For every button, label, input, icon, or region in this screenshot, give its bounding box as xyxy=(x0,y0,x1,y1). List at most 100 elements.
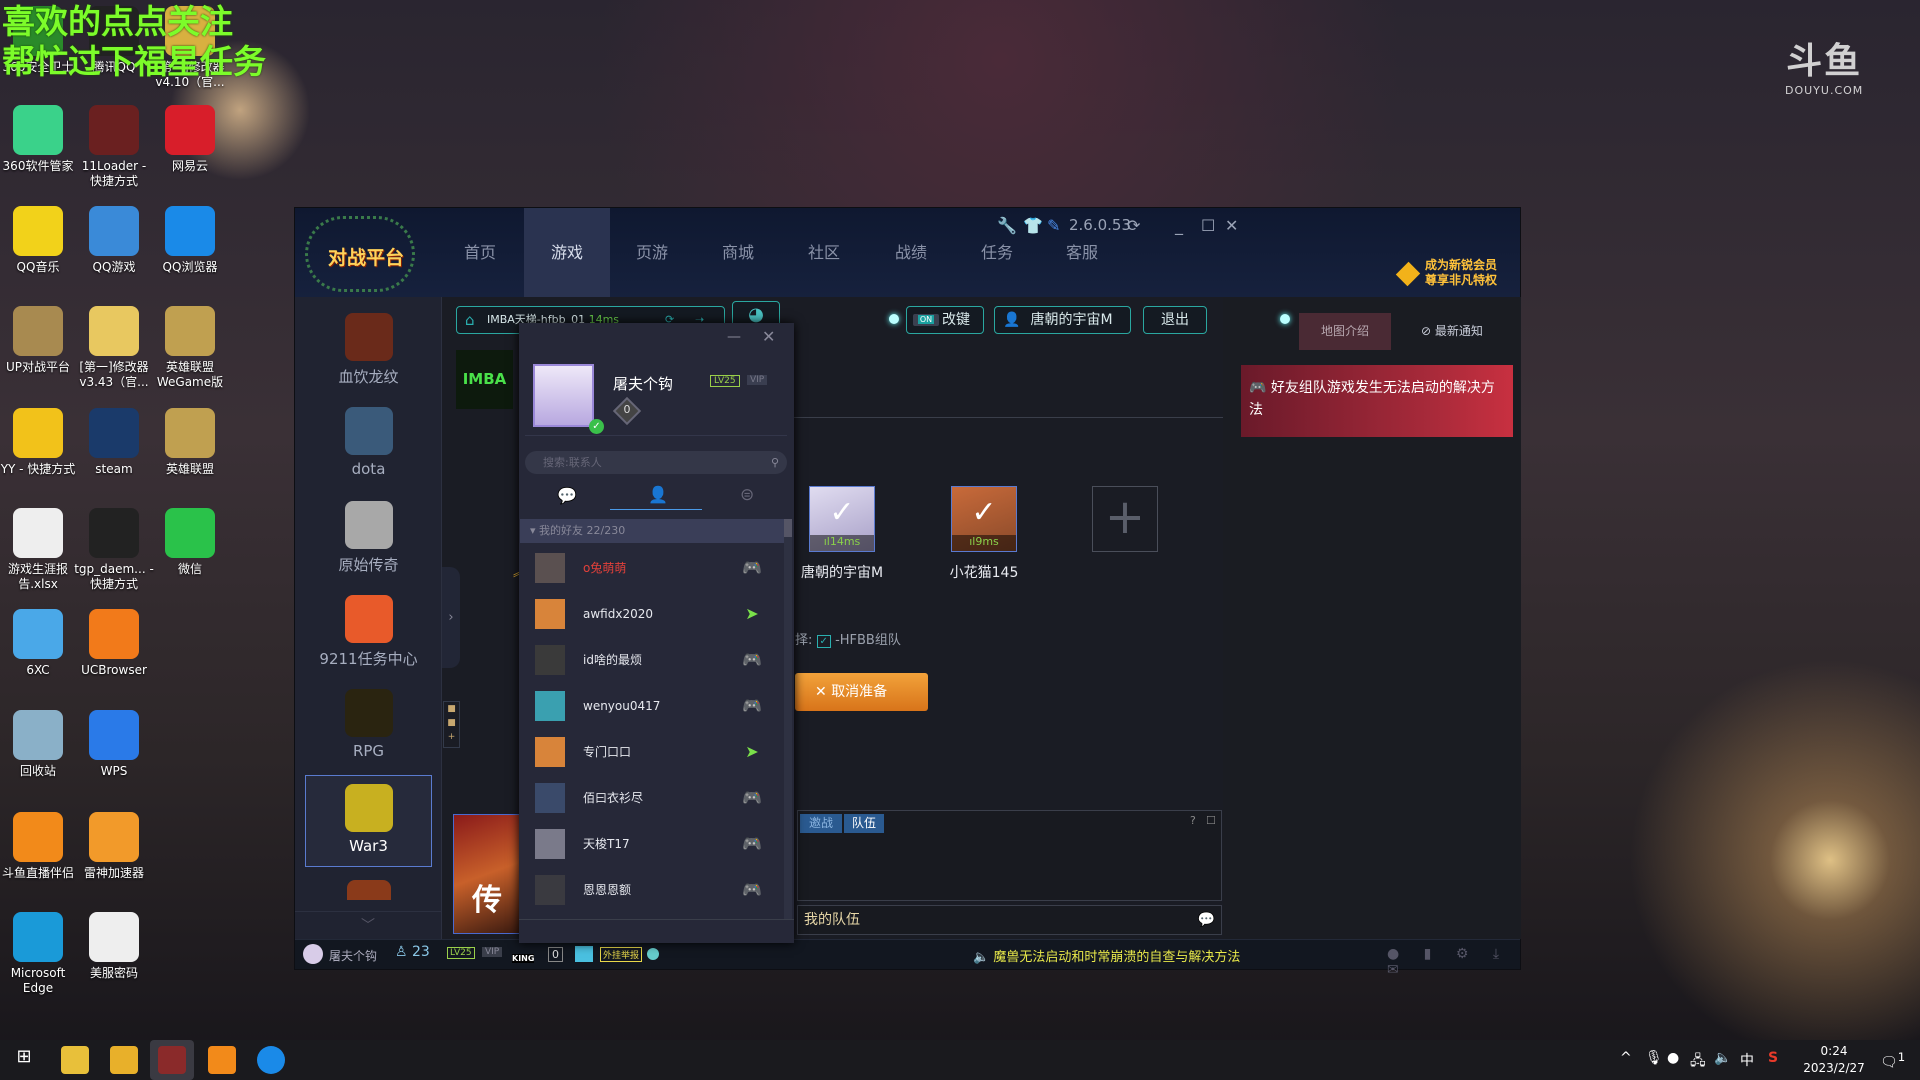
friend-group-header[interactable]: ▾ 我的好友 22/230 xyxy=(520,519,784,543)
chevron-down-icon[interactable]: ﹀ xyxy=(295,911,441,939)
nav-tab[interactable]: 社区 xyxy=(781,208,867,297)
exit-button[interactable]: 退出 xyxy=(1143,306,1207,334)
chat-tab-team[interactable]: 队伍 xyxy=(844,814,884,833)
avatar[interactable] xyxy=(303,944,323,964)
close-button[interactable]: ✕ xyxy=(762,327,775,346)
friend-row[interactable]: 专门口口 ➤ xyxy=(520,729,784,775)
vip-promo[interactable]: 成为新锐会员 尊享非凡特权 xyxy=(1395,258,1513,290)
tab-messages[interactable]: 💬 xyxy=(557,486,577,505)
sidebar-game[interactable]: 9211任务中心 xyxy=(305,587,432,679)
refresh-icon[interactable]: ⟳ xyxy=(1127,216,1140,235)
sogou-icon[interactable]: S xyxy=(1768,1050,1778,1066)
tab-groups[interactable]: ⊜ xyxy=(740,485,754,505)
nav-tab[interactable]: 战绩 xyxy=(868,208,954,297)
desktop-icon[interactable]: YY - 快捷方式 xyxy=(0,408,78,477)
desktop-icon[interactable]: steam xyxy=(74,408,154,477)
taskbar-game-platform[interactable] xyxy=(150,1040,194,1080)
wrench-icon[interactable]: 🔧 xyxy=(997,216,1017,235)
nav-tab[interactable]: 商城 xyxy=(695,208,781,297)
broom-icon[interactable]: ✎ xyxy=(1047,216,1060,235)
layout-toggle[interactable]: ■ ■ + xyxy=(443,701,460,748)
keymap-button[interactable]: ON 改键 xyxy=(906,306,984,334)
yy-icon[interactable] xyxy=(110,1046,138,1074)
desktop-icon[interactable]: [第一]修改器 v3.43（官... xyxy=(74,306,154,390)
tab-map-intro[interactable]: 地图介绍 xyxy=(1299,313,1391,350)
friend-row[interactable]: 天梭T17 🎮 xyxy=(520,821,784,867)
notification-center-icon[interactable]: 🗨1 xyxy=(1880,1050,1905,1071)
team-slot[interactable]: ✓ ıl9ms xyxy=(951,486,1017,552)
tray-expand-icon[interactable]: ^ xyxy=(1620,1050,1632,1066)
desktop-icon[interactable]: 英雄联盟 WeGame版 xyxy=(150,306,230,390)
tab-contacts[interactable]: 👤 xyxy=(648,485,668,504)
toggle-switch[interactable]: ON xyxy=(913,314,939,326)
help-icon[interactable]: ? xyxy=(1190,814,1196,827)
game-helper-icon[interactable]: ● xyxy=(1667,1050,1679,1066)
sidebar-game[interactable]: 血饮龙纹 xyxy=(305,305,432,397)
desktop-icon[interactable]: Microsoft Edge xyxy=(0,912,78,996)
desktop-icon[interactable]: 网易云 xyxy=(150,105,230,174)
desktop-icon[interactable]: QQ音乐 xyxy=(0,206,78,275)
desktop-icon[interactable]: WPS xyxy=(74,710,154,779)
desktop-icon[interactable]: QQ浏览器 xyxy=(150,206,230,275)
tab-latest-notice[interactable]: ⊘ 最新通知 xyxy=(1397,313,1507,350)
shop-icon[interactable] xyxy=(575,946,593,962)
microphone-icon[interactable]: 🎙 xyxy=(1645,1050,1663,1066)
report-badge[interactable]: 外挂举报 xyxy=(600,947,643,962)
desktop-icon[interactable]: 雷神加速器 xyxy=(74,812,154,881)
desktop-icon[interactable]: 游戏生涯报告.xlsx xyxy=(0,508,78,592)
qq-browser-icon[interactable] xyxy=(257,1046,285,1074)
team-option[interactable]: 择: ✓ -HFBB组队 xyxy=(795,629,901,648)
friend-row[interactable]: id啥的最烦 🎮 xyxy=(520,637,784,683)
desktop-icon[interactable]: 6XC xyxy=(0,609,78,678)
add-member-button[interactable]: + xyxy=(1092,486,1158,552)
nav-tab[interactable]: 首页 xyxy=(437,208,523,297)
popout-icon[interactable]: ☐ xyxy=(1206,814,1216,827)
friend-row[interactable]: 佰曰衣衫尽 🎮 xyxy=(520,775,784,821)
game-banner[interactable]: 传 xyxy=(453,814,521,934)
desktop-icon[interactable]: tgp_daem... - 快捷方式 xyxy=(74,508,154,592)
desktop-icon[interactable]: 英雄联盟 xyxy=(150,408,230,477)
nav-tab[interactable]: 游戏 xyxy=(524,208,610,297)
desktop-icon[interactable]: 回收站 xyxy=(0,710,78,779)
ime-indicator[interactable]: 中 xyxy=(1740,1050,1754,1070)
douyu-icon[interactable] xyxy=(208,1046,236,1074)
app-logo[interactable]: 对战平台 xyxy=(305,216,415,292)
nav-tab[interactable]: 页游 xyxy=(609,208,695,297)
scrollbar-thumb[interactable] xyxy=(784,519,792,537)
desktop-icon[interactable]: 11Loader - 快捷方式 xyxy=(74,105,154,189)
desktop-icon[interactable]: UCBrowser xyxy=(74,609,154,678)
contact-search-input[interactable]: 搜索:联系人 ⚲ xyxy=(525,451,787,474)
desktop-icon[interactable]: 微信 xyxy=(150,508,230,577)
maximize-button[interactable]: ☐ xyxy=(1201,216,1215,235)
network-icon[interactable]: 🖧 xyxy=(1690,1050,1706,1074)
shirt-icon[interactable]: 👕 xyxy=(1023,216,1043,235)
desktop-icon[interactable]: QQ游戏 xyxy=(74,206,154,275)
chat-input[interactable]: 我的队伍 💬 xyxy=(797,905,1222,935)
friend-row[interactable]: wenyou0417 🎮 xyxy=(520,683,784,729)
sidebar-collapse-button[interactable]: › xyxy=(442,567,460,668)
profile-avatar[interactable] xyxy=(533,364,594,427)
start-button[interactable]: ⊞ xyxy=(10,1046,38,1074)
sidebar-game[interactable]: 原始传奇 xyxy=(305,493,432,585)
close-button[interactable]: ✕ xyxy=(1225,216,1238,235)
team-slot[interactable]: ✓ ıl14ms xyxy=(809,486,875,552)
minimize-button[interactable]: _ xyxy=(1175,216,1183,235)
minimize-button[interactable]: — xyxy=(727,329,741,345)
scrollbar[interactable] xyxy=(784,519,792,919)
chat-tab-challenge[interactable]: 邀战 xyxy=(800,814,842,833)
cancel-ready-button[interactable]: ✕ 取消准备 xyxy=(795,673,928,711)
user-button[interactable]: 👤 唐朝的宇宙M xyxy=(994,306,1131,334)
friend-row[interactable]: o兔萌萌 🎮 xyxy=(520,545,784,591)
bottom-tools[interactable]: ● ▮ ⚙ ⤓ ✉ xyxy=(1387,946,1520,978)
desktop-icon[interactable]: 360软件管家 xyxy=(0,105,78,174)
volume-icon[interactable]: 🔈 xyxy=(1714,1050,1731,1066)
game-icon[interactable] xyxy=(347,880,391,900)
clock[interactable]: 0:24 2023/2/27 xyxy=(1798,1043,1870,1077)
chat-send-icon[interactable]: 💬 xyxy=(1198,906,1215,934)
file-explorer-icon[interactable] xyxy=(61,1046,89,1074)
sidebar-game[interactable]: War3 xyxy=(305,775,432,867)
sidebar-game[interactable]: dota xyxy=(305,399,432,491)
sidebar-game[interactable]: RPG xyxy=(305,681,432,773)
desktop-icon[interactable]: 美服密码 xyxy=(74,912,154,981)
announcement[interactable]: 🔈 魔兽无法启动和时常崩溃的自查与解决方法 xyxy=(973,946,1240,965)
